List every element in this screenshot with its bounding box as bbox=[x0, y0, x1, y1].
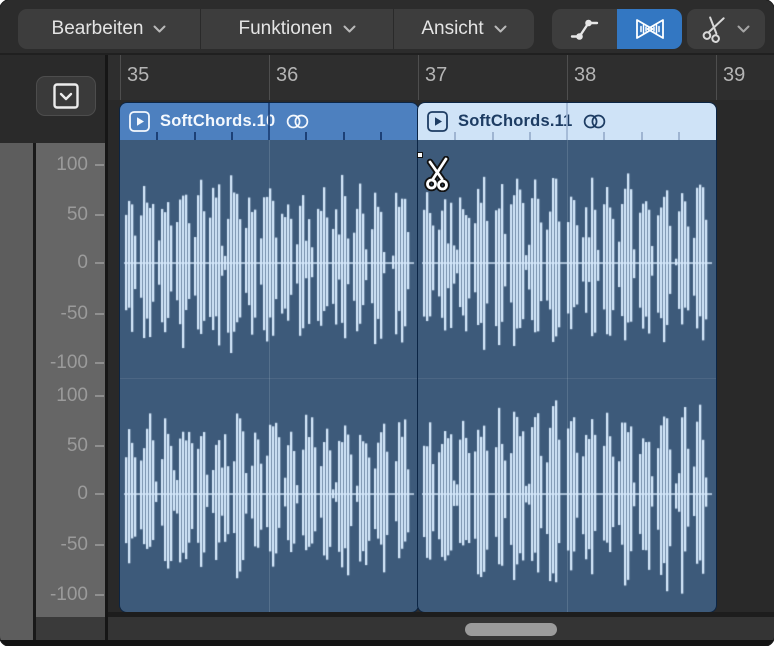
measure-gridline bbox=[567, 140, 568, 612]
track-disclosure-button[interactable] bbox=[36, 76, 96, 116]
scale-tick bbox=[95, 493, 104, 495]
crossfade-icon bbox=[634, 17, 666, 41]
region-waveform-area bbox=[120, 140, 418, 612]
ruler-tick bbox=[567, 55, 568, 100]
gutter-track-divider bbox=[105, 55, 108, 640]
scale-label: -50 bbox=[36, 535, 88, 555]
stereo-icon bbox=[582, 114, 607, 129]
ruler-tick bbox=[418, 55, 419, 100]
scale-footer bbox=[36, 617, 105, 640]
menu-bearbeiten[interactable]: Bearbeiten bbox=[18, 9, 200, 49]
drag-mode-button-group bbox=[552, 9, 682, 49]
ruler-measure-label: 38 bbox=[574, 64, 596, 87]
scrollbar-thumb[interactable] bbox=[465, 623, 557, 636]
scale-label: -100 bbox=[36, 353, 88, 373]
audio-track-editor-window: Bearbeiten Funktionen Ansicht bbox=[0, 0, 774, 646]
channel-divider bbox=[418, 378, 716, 379]
ruler-tick bbox=[716, 55, 717, 100]
scissors-icon bbox=[699, 11, 731, 46]
menu-funktionen[interactable]: Funktionen bbox=[200, 9, 393, 49]
chevron-down-icon bbox=[737, 25, 750, 33]
region-name: SoftChords.11 bbox=[458, 112, 572, 131]
menu-ansicht[interactable]: Ansicht bbox=[393, 9, 534, 49]
ruler-measure-label: 36 bbox=[276, 64, 298, 87]
scale-tick bbox=[95, 313, 104, 315]
chevron-down-icon bbox=[494, 25, 507, 33]
play-icon[interactable] bbox=[427, 111, 448, 132]
ruler-tick bbox=[120, 55, 121, 100]
window-bottom-edge bbox=[0, 640, 774, 646]
disclosure-icon bbox=[53, 83, 79, 109]
scale-label: -100 bbox=[36, 585, 88, 605]
bar-ruler[interactable]: 35 36 37 38 39 bbox=[108, 55, 774, 100]
chevron-down-icon bbox=[343, 25, 356, 33]
audio-region-softchords-11[interactable]: SoftChords.11 bbox=[418, 103, 716, 612]
gutter-strip bbox=[0, 143, 33, 640]
menu-bearbeiten-label: Bearbeiten bbox=[52, 18, 144, 40]
scale-label: 50 bbox=[36, 205, 88, 225]
menu-ansicht-label: Ansicht bbox=[421, 18, 483, 40]
horizontal-scrollbar bbox=[108, 617, 774, 640]
ruler-measure-label: 39 bbox=[723, 64, 745, 87]
region-header[interactable]: SoftChords.10 bbox=[120, 103, 418, 140]
scale-label: 50 bbox=[36, 436, 88, 456]
scale-label: 100 bbox=[36, 386, 88, 406]
automation-mode-button[interactable] bbox=[552, 9, 617, 49]
scale-label: 0 bbox=[36, 253, 88, 273]
audio-region-softchords-10[interactable]: SoftChords.10 bbox=[120, 103, 418, 612]
scale-label: 100 bbox=[36, 155, 88, 175]
editor-toolbar: Bearbeiten Funktionen Ansicht bbox=[0, 0, 774, 55]
scale-tick bbox=[95, 262, 104, 264]
menu-button-group: Bearbeiten Funktionen Ansicht bbox=[18, 9, 534, 49]
ruler-measure-label: 35 bbox=[127, 64, 149, 87]
chevron-down-icon bbox=[153, 25, 166, 33]
region-name: SoftChords.10 bbox=[160, 112, 275, 131]
scale-tick bbox=[95, 445, 104, 447]
play-icon[interactable] bbox=[129, 111, 150, 132]
automation-icon bbox=[570, 16, 600, 42]
scale-label: -50 bbox=[36, 304, 88, 324]
scale-tick bbox=[95, 214, 104, 216]
scale-tick bbox=[95, 395, 104, 397]
ruler-measure-label: 37 bbox=[425, 64, 447, 87]
track-lane: SoftChords.10 SoftChords.11 bbox=[108, 100, 774, 617]
menu-funktionen-label: Funktionen bbox=[238, 18, 332, 40]
ruler-tick bbox=[269, 55, 270, 100]
scale-tick bbox=[95, 544, 104, 546]
scale-tick bbox=[95, 594, 104, 596]
scale-tick bbox=[95, 164, 104, 166]
tool-menu-button[interactable] bbox=[687, 9, 765, 49]
measure-gridline bbox=[269, 140, 270, 612]
stereo-icon bbox=[285, 114, 310, 129]
channel-divider bbox=[120, 378, 418, 379]
region-header[interactable]: SoftChords.11 bbox=[418, 103, 716, 140]
scale-tick bbox=[95, 362, 104, 364]
crossfade-mode-button[interactable] bbox=[617, 9, 682, 49]
region-waveform-area bbox=[418, 140, 716, 612]
scale-label: 0 bbox=[36, 484, 88, 504]
